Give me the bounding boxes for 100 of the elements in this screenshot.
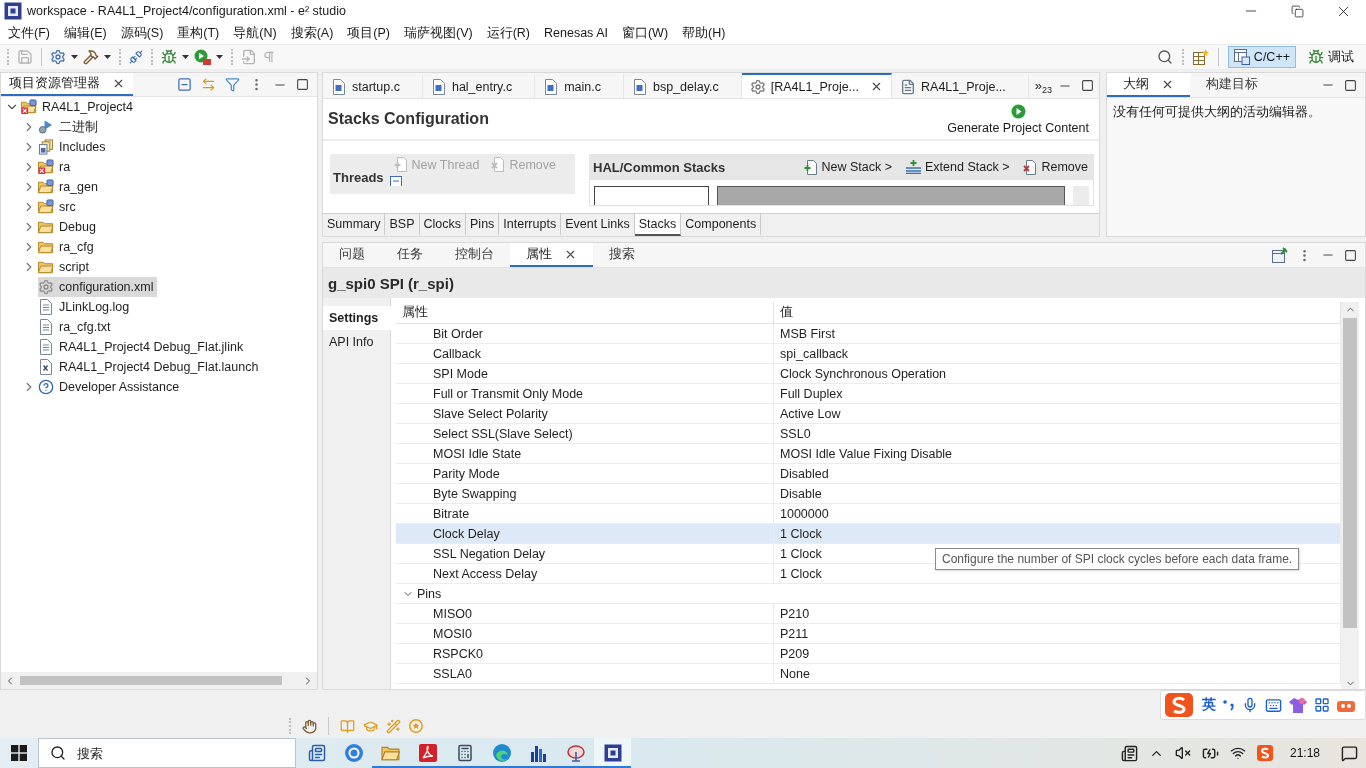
- scrollbar-thumb[interactable]: [1343, 318, 1357, 628]
- menu-item[interactable]: 编辑(E): [56, 22, 114, 44]
- mic-icon[interactable]: [1242, 697, 1258, 713]
- view-tab[interactable]: 项目资源管理器: [1, 73, 133, 96]
- view-tab[interactable]: 搜索: [593, 243, 651, 267]
- grid-icon[interactable]: [1314, 697, 1330, 713]
- maximize-icon[interactable]: [1081, 79, 1095, 92]
- editor-tab[interactable]: startup.c: [323, 73, 423, 98]
- taskbar-app[interactable]: [594, 738, 631, 768]
- ime-logo-icon[interactable]: [1165, 693, 1193, 717]
- menu-item[interactable]: 窗口(W): [614, 22, 676, 44]
- newspaper-icon[interactable]: [1120, 744, 1138, 762]
- side-tab[interactable]: API Info: [323, 330, 390, 354]
- column-header[interactable]: 属性: [396, 302, 774, 324]
- maximize-icon[interactable]: [1344, 78, 1357, 92]
- vertical-scrollbar[interactable]: [1341, 302, 1359, 689]
- page-tab[interactable]: Stacks: [634, 214, 682, 236]
- page-tab[interactable]: Components: [681, 214, 762, 236]
- hammer-icon[interactable]: [83, 49, 99, 65]
- play-icon[interactable]: [194, 49, 211, 65]
- gear-icon[interactable]: [50, 49, 66, 65]
- keyboard-icon[interactable]: [1265, 696, 1282, 714]
- tree-item[interactable]: ra_gen: [38, 177, 101, 197]
- arrows-icon[interactable]: [201, 77, 216, 92]
- toolbar-button[interactable]: Extend Stack >: [902, 160, 1014, 174]
- tree-item[interactable]: ra: [38, 157, 74, 177]
- caret-down-icon[interactable]: [216, 55, 223, 59]
- maximize-icon[interactable]: [296, 78, 309, 91]
- clock-time[interactable]: 21:18: [1289, 746, 1320, 760]
- generate-button[interactable]: Generate Project Content: [947, 103, 1089, 135]
- stack-block[interactable]: [594, 186, 709, 205]
- input-mode-toggle[interactable]: 英: [1202, 696, 1216, 714]
- maximize-icon[interactable]: [1344, 248, 1357, 262]
- tree-item[interactable]: RA4L1_Project4: [21, 97, 137, 117]
- tree-item[interactable]: RA4L1_Project4 Debug_Flat.jlink: [38, 337, 247, 357]
- pin-icon[interactable]: [1272, 247, 1288, 263]
- menu-item[interactable]: 瑞萨视图(V): [397, 22, 480, 44]
- table-row[interactable]: Clock Delay 1 Clock: [396, 524, 1341, 544]
- menu-item[interactable]: 重构(T): [170, 22, 227, 44]
- tree-item[interactable]: RA4L1_Project4 Debug_Flat.launch: [38, 357, 262, 377]
- menu-item[interactable]: Renesas AI: [537, 24, 615, 42]
- tree-item[interactable]: Debug: [38, 217, 99, 237]
- tree-item[interactable]: ra_cfg: [38, 237, 97, 257]
- view-tab[interactable]: 任务: [381, 243, 439, 267]
- perspective-button[interactable]: C/C++: [1227, 46, 1296, 68]
- editor-tab[interactable]: [RA4L1_Proje...: [741, 73, 893, 98]
- start-icon[interactable]: [11, 745, 27, 761]
- perspective-button[interactable]: 调试: [1302, 46, 1360, 68]
- menu-item[interactable]: 导航(N): [226, 22, 284, 44]
- notification-icon[interactable]: [1341, 744, 1358, 762]
- restore-icon[interactable]: [1290, 4, 1304, 18]
- punctuation-icon[interactable]: [1223, 699, 1235, 711]
- tree-item[interactable]: ra_cfg.txt: [38, 317, 114, 337]
- mute-icon[interactable]: [1174, 745, 1191, 761]
- filter-icon[interactable]: [225, 77, 240, 92]
- editor-tab[interactable]: RA4L1_Proje...: [892, 73, 1029, 98]
- toolbar-button[interactable]: Remove: [1019, 159, 1092, 175]
- toolbox-icon[interactable]: [1337, 698, 1355, 712]
- column-header[interactable]: 值: [774, 302, 1341, 324]
- editor-tab[interactable]: main.c: [535, 73, 624, 98]
- caret-down-icon[interactable]: [104, 55, 111, 59]
- editor-tab[interactable]: bsp_delay.c: [624, 73, 742, 98]
- view-tab[interactable]: 控制台: [439, 243, 510, 267]
- view-tab[interactable]: 大纲: [1107, 73, 1190, 97]
- close-icon[interactable]: [112, 77, 125, 90]
- table-icon[interactable]: [1192, 49, 1209, 65]
- tree-item[interactable]: script: [38, 257, 92, 277]
- caret-down-icon[interactable]: [71, 55, 78, 59]
- star-circle-icon[interactable]: [409, 719, 423, 733]
- tree-item[interactable]: JLinkLog.log: [38, 297, 133, 317]
- editor-tab[interactable]: hal_entry.c: [422, 73, 536, 98]
- view-tab[interactable]: 问题: [323, 243, 381, 267]
- page-tab[interactable]: Event Links: [561, 214, 635, 236]
- menu-item[interactable]: 帮助(H): [675, 22, 733, 44]
- page-tab[interactable]: Interrupts: [499, 214, 562, 236]
- shirt-icon[interactable]: [1289, 697, 1307, 713]
- menu-item[interactable]: 源码(S): [113, 22, 171, 44]
- collapse-all-icon[interactable]: [177, 77, 192, 92]
- page-tab[interactable]: Pins: [466, 214, 500, 236]
- scrollbar-thumb[interactable]: [20, 676, 282, 685]
- hand-icon[interactable]: [302, 718, 317, 734]
- menu-item[interactable]: 文件(F): [1, 22, 57, 44]
- tree-item[interactable]: 二进制: [38, 117, 101, 137]
- view-tab[interactable]: 构建目标: [1190, 73, 1274, 97]
- page-tab[interactable]: Summary: [323, 214, 386, 236]
- bug-icon[interactable]: [161, 49, 177, 65]
- ime-logo-icon[interactable]: [1256, 745, 1273, 761]
- search-field[interactable]: 搜索: [38, 738, 296, 768]
- tree-item[interactable]: src: [38, 197, 79, 217]
- caret-down-icon[interactable]: [182, 55, 189, 59]
- tree-item[interactable]: Developer Assistance: [38, 377, 183, 397]
- side-tab[interactable]: Settings: [323, 306, 391, 330]
- search-icon[interactable]: [1156, 49, 1173, 65]
- toolbar-button[interactable]: New Stack >: [799, 159, 896, 175]
- vertical-scrollbar[interactable]: [1073, 186, 1089, 205]
- horizontal-scrollbar[interactable]: [1, 672, 317, 689]
- menu-item[interactable]: 项目(P): [340, 22, 397, 44]
- menu-item[interactable]: 运行(R): [479, 22, 537, 44]
- page-tab[interactable]: BSP: [385, 214, 420, 236]
- collapse-icon[interactable]: [389, 176, 402, 186]
